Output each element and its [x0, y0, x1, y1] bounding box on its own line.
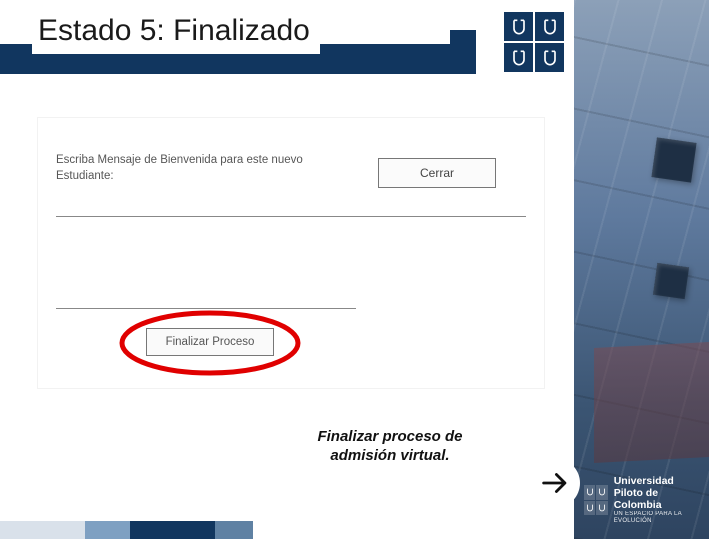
building-photo [574, 0, 709, 539]
brand-line1: Universidad [614, 475, 699, 487]
page-title: Estado 5: Finalizado [32, 10, 320, 54]
title-endcap [450, 30, 476, 74]
caption-text: Finalizar proceso de admisión virtual. [280, 428, 500, 466]
welcome-prompt: Escriba Mensaje de Bienvenida para este … [56, 153, 306, 184]
brand-tagline: UN ESPACIO PARA LA EVOLUCIÓN [614, 511, 699, 525]
logo-mark-icon [584, 485, 608, 515]
welcome-prompt-line1: Escriba Mensaje de Bienvenida para este … [56, 154, 303, 166]
arrow-right-icon [538, 466, 572, 500]
caption-line1: Finalizar proceso de [317, 428, 462, 445]
next-arrow[interactable] [530, 458, 580, 508]
finalize-process-button[interactable]: Finalizar Proceso [146, 328, 274, 356]
footer-decoration [0, 521, 253, 539]
brand-mark-grid [504, 12, 564, 72]
welcome-prompt-line2: Estudiante: [56, 170, 114, 182]
divider [56, 216, 526, 217]
caption-line2: admisión virtual. [330, 447, 449, 464]
university-logo: Universidad Piloto de Colombia UN ESPACI… [584, 475, 699, 525]
brand-line2: Piloto de Colombia [614, 487, 699, 511]
app-screenshot: Escriba Mensaje de Bienvenida para este … [38, 118, 544, 388]
divider [56, 308, 356, 309]
close-button[interactable]: Cerrar [378, 158, 496, 188]
